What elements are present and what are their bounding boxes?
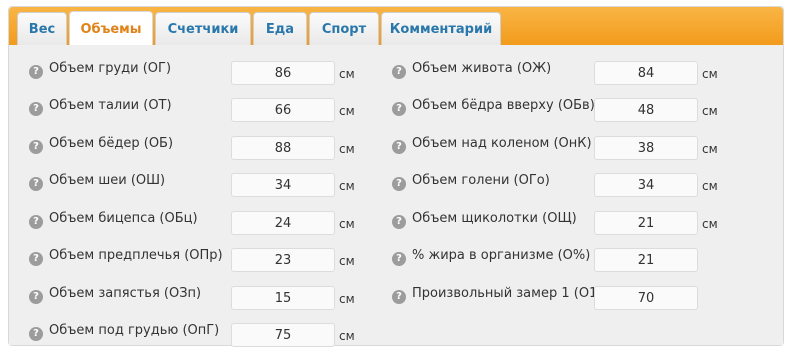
measurement-input[interactable] <box>231 98 335 122</box>
tab-counters[interactable]: Счетчики <box>155 12 251 45</box>
measurement-row: ? Объем предплечья (ОПр) см <box>29 248 369 272</box>
help-icon[interactable]: ? <box>29 252 43 266</box>
unit-label: см <box>339 142 355 156</box>
measurement-row: ? Объем запястья (ОЗп) см <box>29 286 369 310</box>
help-icon[interactable]: ? <box>392 102 406 116</box>
measurement-input[interactable] <box>231 248 335 272</box>
measurement-label: Объем запястья (ОЗп) <box>49 286 202 301</box>
help-icon[interactable]: ? <box>29 140 43 154</box>
help-icon[interactable]: ? <box>392 65 406 79</box>
help-icon[interactable]: ? <box>29 177 43 191</box>
measurement-input[interactable] <box>594 211 698 235</box>
help-icon[interactable]: ? <box>392 140 406 154</box>
measurement-input[interactable] <box>231 173 335 197</box>
measurement-input[interactable] <box>231 211 335 235</box>
measurement-label: % жира в организме (О%) <box>412 248 591 263</box>
measurement-row: ? Объем бицепса (ОБц) см <box>29 211 369 235</box>
measurement-label: Объем бёдра вверху (ОБв) <box>412 98 595 113</box>
help-icon[interactable]: ? <box>29 215 43 229</box>
measurement-label: Объем груди (ОГ) <box>49 61 172 76</box>
unit-label: см <box>339 254 355 268</box>
measurement-label: Объем шеи (ОШ) <box>49 173 166 188</box>
measurement-input[interactable] <box>231 323 335 347</box>
measurement-label: Объем щиколотки (ОЩ) <box>412 211 577 226</box>
unit-label: см <box>339 217 355 231</box>
unit-label: см <box>339 292 355 306</box>
measurement-input[interactable] <box>231 61 335 85</box>
measurement-row: ? Объем бёдра вверху (ОБв) см <box>392 98 732 122</box>
tab-weight[interactable]: Вес <box>17 12 67 45</box>
help-icon[interactable]: ? <box>29 65 43 79</box>
help-icon[interactable]: ? <box>392 215 406 229</box>
measurement-label: Объем бёдер (ОБ) <box>49 136 174 151</box>
measurement-input[interactable] <box>231 286 335 310</box>
tab-bar: Вес Объемы Счетчики Еда Спорт Комментари… <box>9 7 783 46</box>
measurement-row: ? Объем шеи (ОШ) см <box>29 173 369 197</box>
measurement-row: ? Объем щиколотки (ОЩ) см <box>392 211 732 235</box>
measurement-label: Объем голени (ОГо) <box>412 173 550 188</box>
tab-comment[interactable]: Комментарий <box>381 12 501 45</box>
measurement-label: Объем под грудью (ОпГ) <box>49 323 220 338</box>
tab-volumes[interactable]: Объемы <box>69 11 153 46</box>
measurement-row: ? Объем груди (ОГ) см <box>29 61 369 85</box>
unit-label: см <box>339 104 355 118</box>
measurement-row: ? Произвольный замер 1 (О1) <box>392 286 732 310</box>
help-icon[interactable]: ? <box>29 327 43 341</box>
measurement-label: Объем бицепса (ОБц) <box>49 211 198 226</box>
measurement-input[interactable] <box>594 61 698 85</box>
unit-label: см <box>702 142 718 156</box>
measurement-row: ? Объем над коленом (ОнК) см <box>392 136 732 160</box>
unit-label: см <box>339 329 355 343</box>
unit-label: см <box>339 67 355 81</box>
measurement-label: Объем живота (ОЖ) <box>412 61 552 76</box>
tab-sport[interactable]: Спорт <box>309 12 379 45</box>
measurement-row: ? Объем под грудью (ОпГ) см <box>29 323 369 347</box>
unit-label: см <box>339 179 355 193</box>
measurements-panel: Вес Объемы Счетчики Еда Спорт Комментари… <box>8 6 784 347</box>
unit-label: см <box>702 104 718 118</box>
help-icon[interactable]: ? <box>29 290 43 304</box>
measurement-input[interactable] <box>594 98 698 122</box>
measurement-input[interactable] <box>594 136 698 160</box>
measurement-row: ? Объем бёдер (ОБ) см <box>29 136 369 160</box>
measurement-label: Объем предплечья (ОПр) <box>49 248 223 263</box>
measurement-row: ? Объем талии (ОТ) см <box>29 98 369 122</box>
help-icon[interactable]: ? <box>392 252 406 266</box>
unit-label: см <box>702 179 718 193</box>
measurement-input[interactable] <box>594 248 698 272</box>
measurement-input[interactable] <box>231 136 335 160</box>
measurement-row: ? Объем голени (ОГо) см <box>392 173 732 197</box>
help-icon[interactable]: ? <box>392 177 406 191</box>
measurement-label: Объем талии (ОТ) <box>49 98 172 113</box>
measurement-row: ? % жира в организме (О%) <box>392 248 732 272</box>
help-icon[interactable]: ? <box>29 102 43 116</box>
measurement-label: Произвольный замер 1 (О1) <box>412 286 603 301</box>
unit-label: см <box>702 67 718 81</box>
measurement-input[interactable] <box>594 173 698 197</box>
measurement-input[interactable] <box>594 286 698 310</box>
help-icon[interactable]: ? <box>392 290 406 304</box>
volumes-form: ? Объем груди (ОГ) см? Объем талии (ОТ) см? О… <box>9 45 783 347</box>
tab-food[interactable]: Еда <box>253 12 307 45</box>
measurement-row: ? Объем живота (ОЖ) см <box>392 61 732 85</box>
measurement-label: Объем над коленом (ОнК) <box>412 136 592 151</box>
unit-label: см <box>702 217 718 231</box>
